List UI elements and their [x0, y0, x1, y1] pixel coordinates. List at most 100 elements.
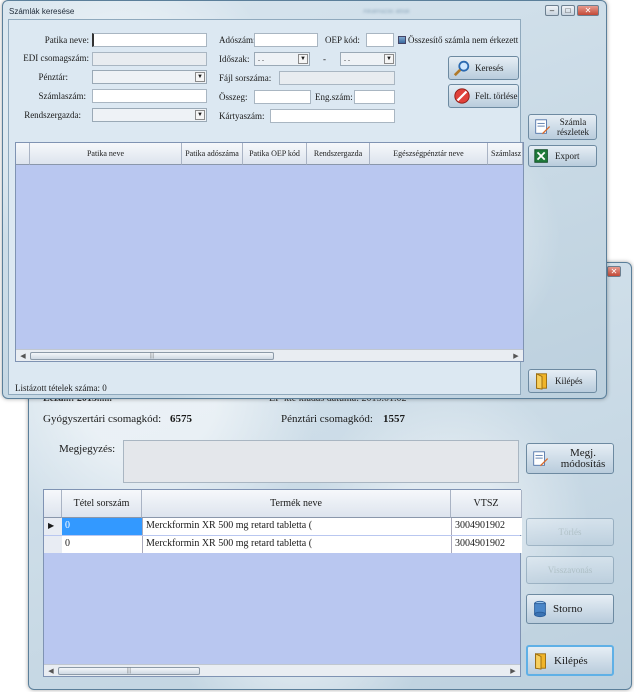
search-window-title: Számlák keresése [9, 7, 75, 16]
idoszak-separator: - [323, 54, 326, 64]
scroll-left-icon[interactable]: ◀ [46, 666, 56, 676]
cell-termek[interactable]: Merckformin XR 500 mg retard tabletta ( [142, 536, 451, 553]
kartyaszam-input[interactable] [270, 109, 395, 123]
search-client-area: Patika neve: EDI csomagszám: Pénztár: Sz… [8, 19, 602, 395]
search-window: Számlák keresése Alkalmazás ablak – □ ✕ … [2, 0, 607, 399]
search-kilepes-label: Kilépés [555, 376, 583, 386]
scroll-thumb[interactable]: ||| [58, 667, 200, 675]
idoszak-to-value: . . [344, 54, 350, 63]
storno-button[interactable]: Storno [526, 594, 614, 624]
idoszak-label: Időszak: [219, 54, 250, 64]
adoszam-input[interactable] [254, 33, 318, 47]
kereses-label: Keresés [475, 63, 504, 73]
cell-sorszam[interactable]: 0 [62, 518, 142, 535]
tetel-row-header-col [44, 490, 62, 518]
calendar-dropdown-icon[interactable]: ▼ [384, 54, 394, 64]
megj-modositas-button[interactable]: Megj. módosítás [526, 443, 614, 474]
chevron-down-icon[interactable]: ▼ [195, 72, 205, 82]
eng-szam-input[interactable] [354, 90, 395, 104]
detail-kilepes-button[interactable]: Kilépés [526, 645, 614, 676]
cell-termek[interactable]: Merckformin XR 500 mg retard tabletta ( [142, 518, 451, 535]
rendszergazda-label: Rendszergazda: [24, 110, 81, 120]
edi-label: EDI csomagszám: [23, 53, 89, 63]
col-rendszergazda[interactable]: Rendszergazda [307, 143, 370, 165]
excel-icon [534, 149, 548, 163]
osszeg-input[interactable] [254, 90, 311, 104]
megjegyzes-field[interactable] [123, 440, 519, 483]
scroll-left-icon[interactable]: ◀ [18, 351, 28, 361]
megj-modositas-label: Megj. módosítás [560, 446, 606, 470]
scroll-thumb[interactable]: ||| [30, 352, 274, 360]
idoszak-to-date[interactable]: . . ▼ [340, 52, 396, 66]
exit-door-icon [536, 373, 547, 390]
clear-filter-icon [454, 88, 470, 104]
minimize-icon[interactable]: – [545, 5, 559, 16]
maximize-icon[interactable]: □ [561, 5, 575, 16]
fajl-input[interactable] [279, 71, 395, 85]
disabled-button-2: Visszavonás [526, 556, 614, 584]
cell-vtsz[interactable]: 3004901902 [451, 518, 522, 535]
kartyaszam-label: Kártyaszám: [219, 111, 265, 121]
patika-neve-input[interactable] [92, 33, 207, 47]
row-indicator-icon: ▶ [44, 518, 62, 535]
penztar-label: Pénztár: [38, 72, 69, 82]
tetel-horizontal-scrollbar[interactable]: ◀ ||| ▶ [44, 664, 520, 676]
col-tetel-sorszam[interactable]: Tétel sorszám [62, 490, 142, 518]
disabled-label-1: Törlés [558, 527, 582, 537]
col-patika-oep-kod[interactable]: Patika OEP kód [243, 143, 307, 165]
rendszergazda-select[interactable]: ▼ [92, 108, 207, 122]
osszesito-label: Összesítő számla nem érkezett [408, 35, 519, 45]
close-icon[interactable]: ✕ [607, 266, 621, 277]
penztar-select[interactable]: ▼ [92, 70, 207, 84]
idoszak-from-date[interactable]: . . ▼ [254, 52, 310, 66]
exit-door-icon [535, 652, 546, 670]
col-szamlaszam[interactable]: Számlasz [488, 143, 523, 165]
col-egeszsegpenztar[interactable]: Egészségpénztár neve [370, 143, 488, 165]
tetel-grid[interactable]: Tétel sorszám Termék neve VTSZ ▶ 0 Merck… [43, 489, 522, 677]
szamla-grid[interactable]: Patika neve Patika adószáma Patika OEP k… [15, 142, 524, 362]
felt-torlese-button[interactable]: Felt. törlése [448, 84, 519, 108]
penztari-value: 1557 [383, 413, 405, 425]
oep-kod-input[interactable] [366, 33, 394, 47]
export-button[interactable]: Export [528, 145, 597, 167]
kereses-button[interactable]: Keresés [448, 56, 519, 80]
idoszak-from-value: . . [258, 54, 264, 63]
search-kilepes-button[interactable]: Kilépés [528, 369, 597, 393]
szamlaszam-input[interactable] [92, 89, 207, 103]
calendar-dropdown-icon[interactable]: ▼ [298, 54, 308, 64]
megjegyzes-label: Megjegyzés: [59, 443, 116, 455]
table-row[interactable]: ▶ 0 Merckformin XR 500 mg retard tablett… [44, 518, 522, 536]
row-indicator-empty [44, 536, 62, 553]
export-label: Export [555, 151, 580, 161]
osszeg-label: Összeg: [219, 92, 248, 102]
gyogyszertari-label: Gyógyszertári csomagkód: [43, 413, 162, 425]
eng-szam-label: Eng.szám: [315, 92, 353, 102]
scroll-right-icon[interactable]: ▶ [511, 351, 521, 361]
felt-torlese-label: Felt. törlése [475, 91, 518, 101]
penztari-label: Pénztári csomagkód: [281, 413, 373, 425]
disabled-button-1: Törlés [526, 518, 614, 546]
search-form-panel: Patika neve: EDI csomagszám: Pénztár: Sz… [8, 19, 524, 395]
fajl-label: Fájl sorszáma: [219, 73, 272, 83]
taskbar-blurred-text: Alkalmazás ablak [363, 9, 410, 15]
cell-vtsz[interactable]: 3004901902 [451, 536, 522, 553]
cylinder-icon [534, 600, 546, 618]
grid-horizontal-scrollbar[interactable]: ◀ ||| ▶ [16, 349, 523, 361]
col-patika-adoszama[interactable]: Patika adószáma [182, 143, 243, 165]
szamlaszam-label: Számlaszám: [38, 91, 86, 101]
table-row[interactable]: 0 Merckformin XR 500 mg retard tabletta … [44, 536, 522, 554]
col-patika-neve[interactable]: Patika neve [30, 143, 182, 165]
detail-kilepes-label: Kilépés [554, 654, 588, 667]
storno-label: Storno [553, 603, 583, 615]
col-vtsz[interactable]: VTSZ [451, 490, 522, 518]
col-termek-neve[interactable]: Termék neve [142, 490, 451, 518]
szamla-reszletek-label: Számla részletek [557, 117, 589, 137]
cell-sorszam[interactable]: 0 [62, 536, 142, 553]
szamla-reszletek-button[interactable]: Számla részletek [528, 114, 597, 140]
chevron-down-icon[interactable]: ▼ [195, 110, 205, 120]
scroll-right-icon[interactable]: ▶ [508, 666, 518, 676]
close-icon[interactable]: ✕ [577, 5, 599, 16]
osszesito-checkbox[interactable] [398, 36, 406, 44]
disabled-label-2: Visszavonás [547, 565, 593, 575]
edi-input[interactable] [92, 52, 207, 66]
